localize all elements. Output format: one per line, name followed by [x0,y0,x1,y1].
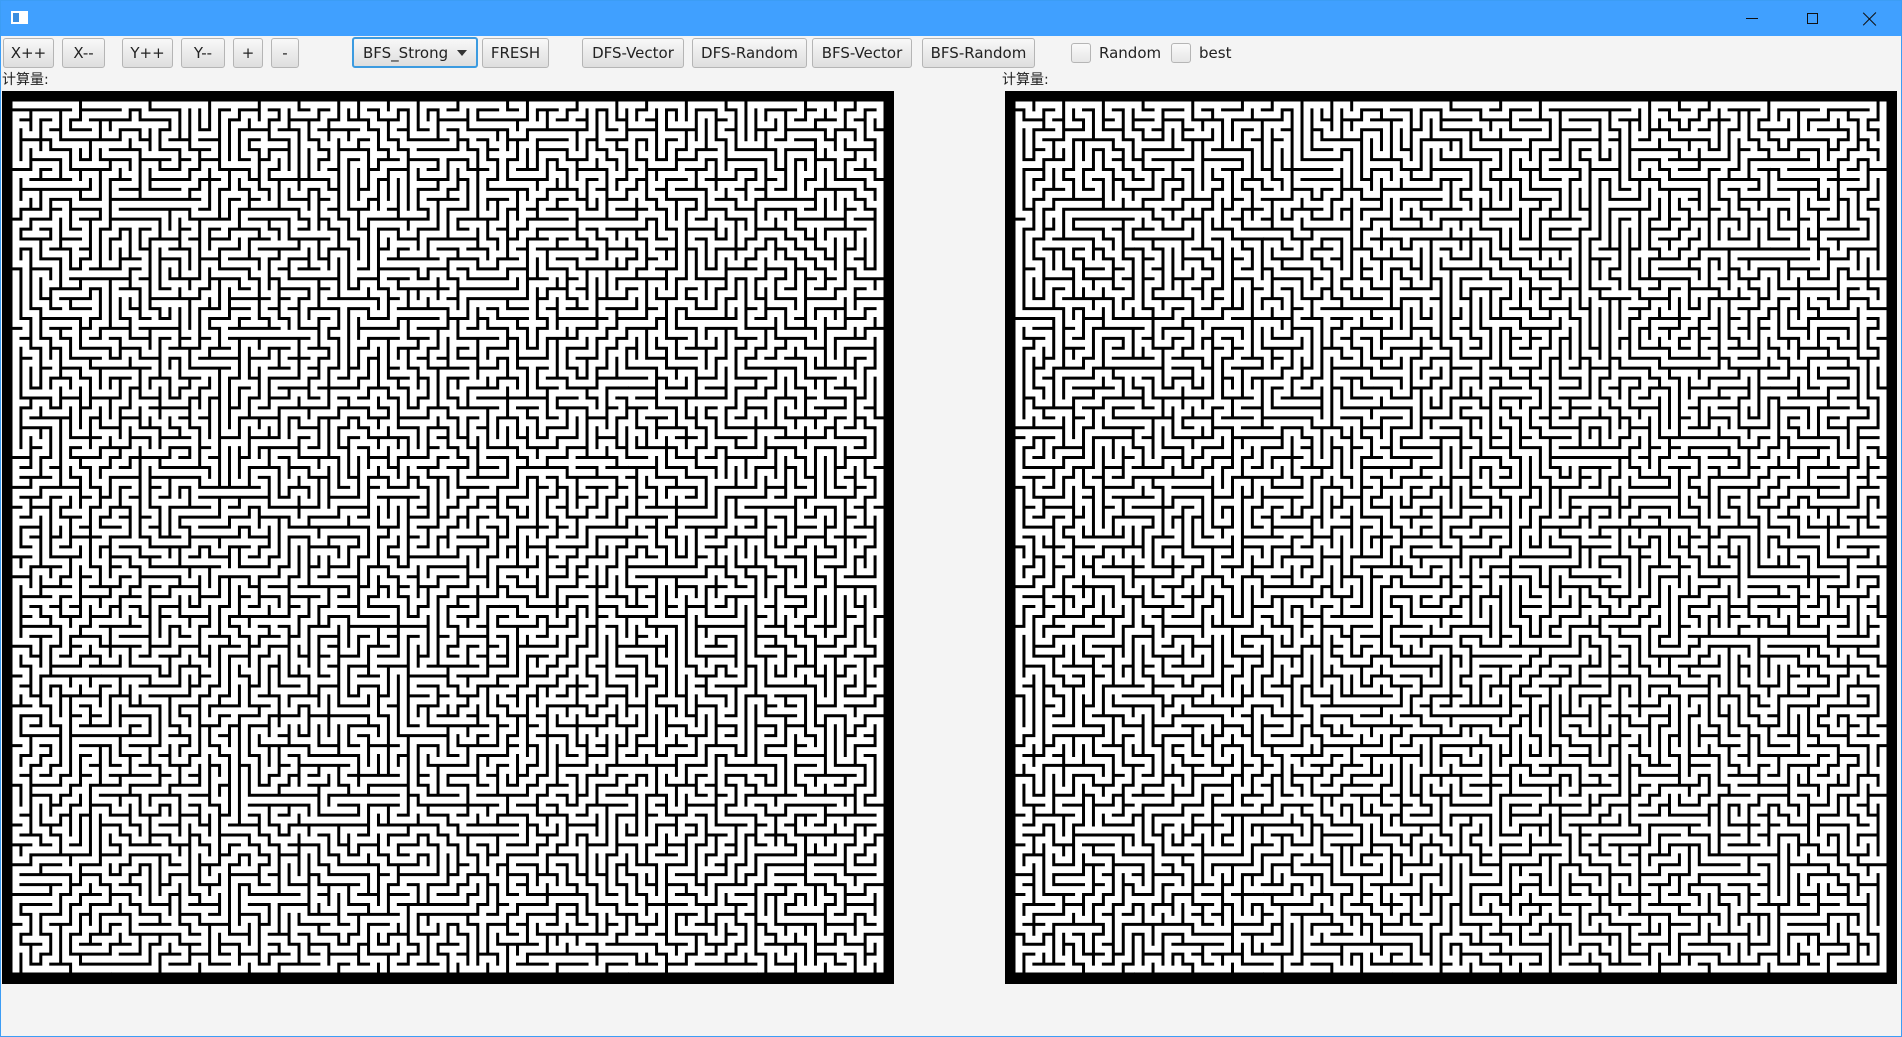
title-bar[interactable] [1,1,1901,36]
best-option[interactable]: best [1171,41,1231,65]
right-computation-label: 计算量: [1002,72,1049,88]
algorithm-select-value: BFS_Strong [363,44,449,62]
algorithm-select[interactable]: BFS_Strong [352,37,478,68]
best-checkbox[interactable] [1171,43,1191,63]
y-increase-button[interactable]: Y++ [122,38,173,68]
random-label: Random [1099,44,1162,62]
close-icon [1863,12,1877,26]
bfs-random-button[interactable]: BFS-Random [922,38,1035,68]
dfs-vector-button[interactable]: DFS-Vector [582,38,684,68]
best-label: best [1199,44,1232,62]
random-option[interactable]: Random [1071,41,1161,65]
zoom-in-button[interactable]: + [233,38,263,68]
chevron-down-icon [457,50,467,56]
minimize-button[interactable] [1723,1,1781,36]
zoom-out-button[interactable]: - [271,38,299,68]
bfs-vector-button[interactable]: BFS-Vector [812,38,912,68]
random-checkbox[interactable] [1071,43,1091,63]
right-maze-canvas [1005,91,1897,984]
maximize-button[interactable] [1783,1,1841,36]
dfs-random-button[interactable]: DFS-Random [692,38,807,68]
close-button[interactable] [1841,1,1899,36]
app-window: X++ X-- Y++ Y-- + - BFS_Strong FRESH DFS… [0,0,1902,1037]
left-computation-label: 计算量: [2,72,49,88]
left-maze-canvas [2,91,894,984]
y-decrease-button[interactable]: Y-- [181,38,225,68]
maximize-icon [1806,13,1818,24]
x-increase-button[interactable]: X++ [3,38,54,68]
minimize-icon [1746,18,1758,19]
x-decrease-button[interactable]: X-- [62,38,105,68]
app-window-icon [11,11,28,24]
fresh-button[interactable]: FRESH [482,38,549,68]
